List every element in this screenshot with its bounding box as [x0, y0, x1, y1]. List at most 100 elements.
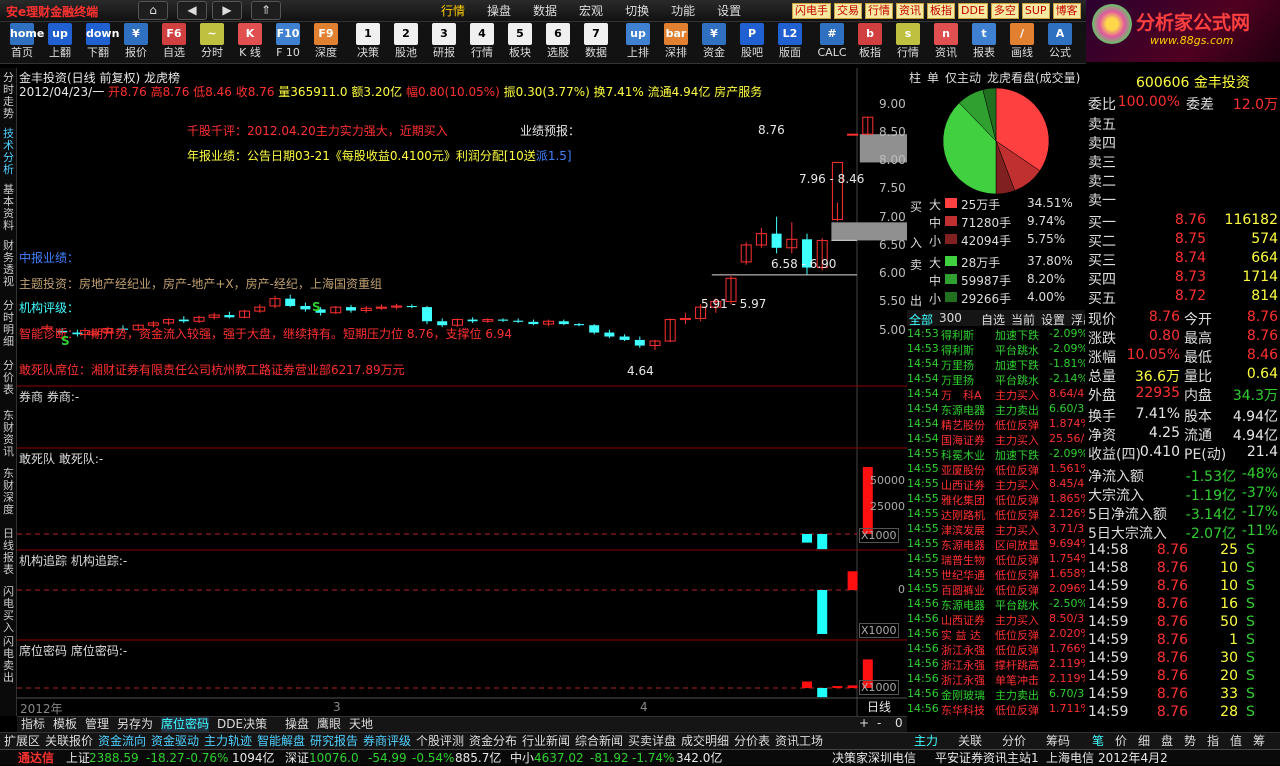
- func-item-11[interactable]: 综合新闻: [575, 733, 623, 750]
- indicator-tab-4[interactable]: 席位密码: [161, 717, 210, 732]
- leftnav-item-4[interactable]: 分时明细: [1, 300, 16, 348]
- collapse-nav-button[interactable]: ⇑: [251, 1, 281, 20]
- leftnav-item-0[interactable]: 分时走势: [1, 72, 16, 120]
- func-item-12[interactable]: 买卖详盘: [628, 733, 676, 750]
- toolbar-button-13[interactable]: 5 板块: [501, 23, 539, 63]
- ask-level-4[interactable]: 卖一: [1088, 190, 1116, 209]
- indicator-tab-3[interactable]: 另存为: [117, 717, 153, 732]
- func-item-2[interactable]: 资金流向: [98, 733, 146, 750]
- ask-level-1[interactable]: 卖四: [1088, 133, 1116, 152]
- toolbar-button-12[interactable]: 4 行情: [463, 23, 501, 63]
- toolbar-button-24[interactable]: n 资讯: [927, 23, 965, 63]
- quick-tag-4[interactable]: 板指: [927, 3, 955, 19]
- ticker-row[interactable]: 14:56 金刚玻璃 主力卖出 6.70/3: [907, 687, 1085, 702]
- ticker-row[interactable]: 14:55 科冕木业 加速下跌 -2.09%: [907, 447, 1085, 462]
- func-item-15[interactable]: 资讯工场: [775, 733, 823, 750]
- func-item-7[interactable]: 券商评级: [363, 733, 411, 750]
- leftnav-item-8[interactable]: 日线报表: [1, 528, 16, 576]
- toolbar-button-14[interactable]: 6 选股: [539, 23, 577, 63]
- ticker-tab-4[interactable]: 设置: [1041, 311, 1065, 326]
- ticker-row[interactable]: 14:54 国海证券 主力买入 25.56/: [907, 432, 1085, 447]
- ask-level-0[interactable]: 卖五: [1088, 114, 1116, 133]
- menu-item-4[interactable]: 切换: [614, 2, 660, 20]
- menu-item-5[interactable]: 功能: [660, 2, 706, 20]
- chart-canvas[interactable]: [17, 68, 907, 716]
- quick-tag-2[interactable]: 行情: [865, 3, 893, 19]
- func-item-6[interactable]: 研究报告: [310, 733, 358, 750]
- quick-tag-5[interactable]: DDE: [958, 3, 988, 19]
- toolbar-button-9[interactable]: 1 决策: [349, 23, 387, 63]
- leftnav-item-2[interactable]: 基本资料: [1, 184, 16, 232]
- toolbar-button-26[interactable]: / 画线: [1003, 23, 1041, 63]
- zoom-reset-button[interactable]: 0: [895, 716, 903, 730]
- func-item-3[interactable]: 资金驱动: [151, 733, 199, 750]
- ticker-row[interactable]: 14:55 山西证券 主力买入 8.45/4: [907, 477, 1085, 492]
- func-item-8[interactable]: 个股评测: [416, 733, 464, 750]
- ticker-row[interactable]: 14:56浙江永强低位反弹 1.766%: [907, 642, 1085, 657]
- func-item-0[interactable]: 扩展区: [4, 733, 40, 750]
- quick-tag-0[interactable]: 闪电手: [792, 3, 831, 19]
- func-item-14[interactable]: 分价表: [734, 733, 770, 750]
- func-item-9[interactable]: 资金分布: [469, 733, 517, 750]
- toolbar-button-15[interactable]: 7 数据: [577, 23, 615, 63]
- menu-item-1[interactable]: 操盘: [476, 2, 522, 20]
- ticker-row[interactable]: 14:55百圆裤业低位反弹 2.096%: [907, 582, 1085, 597]
- toolbar-button-27[interactable]: A 公式: [1041, 23, 1079, 63]
- connection-status[interactable]: 通达信: [18, 750, 54, 766]
- back-nav-button[interactable]: ◀: [177, 1, 207, 20]
- ticker-row[interactable]: 14:55亚厦股份低位反弹 1.561%: [907, 462, 1085, 477]
- toolbar-button-20[interactable]: L2 版面: [771, 23, 809, 63]
- toolbar-button-2[interactable]: down 下翻: [79, 23, 119, 63]
- toolbar-button-1[interactable]: up 上翻: [41, 23, 79, 63]
- func-item-4[interactable]: 主力轨迹: [204, 733, 252, 750]
- flow-tab-0[interactable]: 柱: [909, 69, 921, 84]
- ticker-tab-0[interactable]: 全部: [909, 311, 933, 326]
- ticker-row[interactable]: 14:55 津滨发展 主力买入 3.71/3: [907, 522, 1085, 537]
- func-item-13[interactable]: 成交明细: [681, 733, 729, 750]
- bid-level-2[interactable]: 买三 8.74 664: [1086, 250, 1280, 269]
- ticker-row[interactable]: 14:55瑞普生物低位反弹 1.754%: [907, 552, 1085, 567]
- zoom-out-button[interactable]: -: [877, 716, 881, 730]
- ticker-row[interactable]: 14:56浙江永强撑杆跳高 2.119%: [907, 657, 1085, 672]
- ask-level-3[interactable]: 卖二: [1088, 171, 1116, 190]
- home-nav-button[interactable]: ⌂: [138, 1, 168, 20]
- toolbar-button-8[interactable]: F9 深度: [307, 23, 345, 63]
- quick-tag-7[interactable]: SUP: [1021, 3, 1050, 19]
- server-name[interactable]: 决策家深圳电信: [832, 750, 916, 766]
- quick-tag-8[interactable]: 博客: [1052, 3, 1081, 19]
- leftnav-item-6[interactable]: 东财资讯: [1, 410, 16, 458]
- bid-level-1[interactable]: 买二 8.75 574: [1086, 231, 1280, 250]
- toolbar-button-25[interactable]: t 报表: [965, 23, 1003, 63]
- leftnav-item-1[interactable]: 技术分析: [1, 128, 16, 176]
- quick-tag-1[interactable]: 交易: [834, 3, 862, 19]
- func-right2-1[interactable]: 价: [1115, 733, 1127, 750]
- func-item-5[interactable]: 智能解盘: [257, 733, 305, 750]
- indicator-tab-8[interactable]: 天地: [349, 717, 373, 732]
- leftnav-item-5[interactable]: 分价表: [1, 360, 16, 396]
- func-item-10[interactable]: 行业新闻: [522, 733, 570, 750]
- ticker-row[interactable]: 14:54 万里扬 加速下跌 -1.81%: [907, 357, 1085, 372]
- toolbar-button-21[interactable]: # CALC: [813, 23, 851, 63]
- toolbar-button-7[interactable]: F10 F 10: [269, 23, 307, 63]
- news-server[interactable]: 平安证券资讯主站1: [935, 750, 1039, 766]
- flow-tab-3[interactable]: 龙虎看盘(成交量): [987, 69, 1080, 84]
- ask-level-2[interactable]: 卖三: [1088, 152, 1116, 171]
- ticker-row[interactable]: 14:54 万 科A 主力买入 8.64/4: [907, 387, 1085, 402]
- toolbar-button-4[interactable]: F6 自选: [155, 23, 193, 63]
- func-right-1[interactable]: 关联: [958, 733, 982, 750]
- quick-tag-6[interactable]: 多空: [990, 3, 1019, 19]
- ticker-tab-2[interactable]: 自选: [981, 311, 1005, 326]
- flow-tab-1[interactable]: 单: [927, 69, 939, 84]
- toolbar-button-0[interactable]: home 首页: [3, 23, 44, 63]
- kline-chart-area[interactable]: 金丰投资(日线 前复权) 龙虎榜 2012/04/23/一 开8.76 高8.7…: [17, 68, 907, 716]
- menu-item-0[interactable]: 行情: [430, 2, 476, 20]
- ticker-row[interactable]: 14:54精艺股份低位反弹 1.874%: [907, 417, 1085, 432]
- ticker-tab-5[interactable]: 浮出: [1071, 311, 1085, 326]
- func-right2-6[interactable]: 值: [1230, 733, 1242, 750]
- menu-item-2[interactable]: 数据: [522, 2, 568, 20]
- ticker-row[interactable]: 14:54 万里扬 平台跳水 -2.14%: [907, 372, 1085, 387]
- menu-item-6[interactable]: 设置: [706, 2, 752, 20]
- func-item-1[interactable]: 关联报价: [45, 733, 93, 750]
- toolbar-button-22[interactable]: b 板指: [851, 23, 889, 63]
- ticker-row[interactable]: 14:55雅化集团低位反弹 1.865%: [907, 492, 1085, 507]
